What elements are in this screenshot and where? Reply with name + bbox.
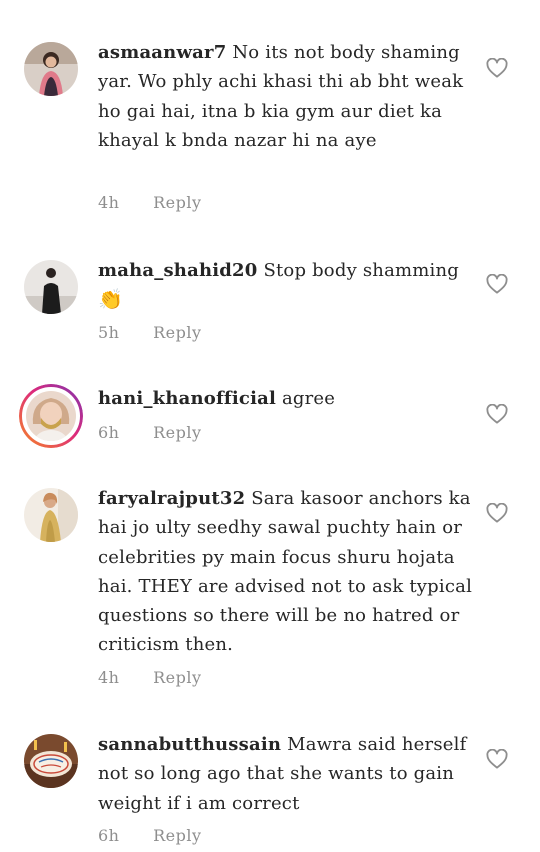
comment-time: 6h [98,423,120,442]
comment-body: Stop body shamming [263,260,460,281]
comment-meta: 4h Reply [98,668,202,687]
comment-time: 5h [98,323,120,342]
like-button[interactable] [486,749,508,769]
avatar-woman-icon [24,42,78,96]
comment-username[interactable]: sannabutthussain [98,734,281,755]
comment-time: 4h [98,668,120,687]
comment-username[interactable]: hani_khanofficial [98,388,276,409]
comment-text: asmaanwar7 No its not body shaming yar. … [98,38,478,155]
avatar-story-ring-icon [19,384,83,448]
avatar[interactable] [24,42,78,96]
comment-username[interactable]: faryalrajput32 [98,488,245,509]
heart-outline-icon [486,749,508,769]
like-button[interactable] [486,274,508,294]
clapping-hands-icon: 👏 [98,287,124,312]
comment-time: 6h [98,826,120,845]
comment-text: hani_khanofficial agree [98,384,478,413]
like-button[interactable] [486,404,508,424]
comment-text: maha_shahid20 Stop body shamming 👏 [98,256,478,316]
comment-time: 4h [98,193,120,212]
like-button[interactable] [486,58,508,78]
reply-button[interactable]: Reply [153,668,201,687]
heart-outline-icon [486,274,508,294]
avatar-birthday-cake-icon [24,734,78,788]
comment-meta: 4h Reply [98,193,202,212]
reply-button[interactable]: Reply [153,826,201,845]
avatar-woman-gold-dress-icon [24,488,78,542]
avatar[interactable] [24,488,78,542]
reply-button[interactable]: Reply [153,423,201,442]
avatar[interactable] [19,384,83,448]
heart-outline-icon [486,404,508,424]
comment-text: faryalrajput32 Sara kasoor anchors ka ha… [98,484,478,660]
reply-button[interactable]: Reply [153,193,201,212]
like-button[interactable] [486,503,508,523]
comment-meta: 6h Reply [98,423,202,442]
comment-meta: 5h Reply [98,323,202,342]
avatar[interactable] [24,260,78,314]
reply-button[interactable]: Reply [153,323,201,342]
comment-username[interactable]: asmaanwar7 [98,42,226,63]
avatar-woman-black-dress-icon [24,260,78,314]
comment-text: sannabutthussain Mawra said herself not … [98,730,478,818]
comment-meta: 6h Reply [98,826,202,845]
comment-body: Sara kasoor anchors ka hai jo ulty seedh… [98,488,473,656]
comment-username[interactable]: maha_shahid20 [98,260,258,281]
heart-outline-icon [486,503,508,523]
heart-outline-icon [486,58,508,78]
comment-body: agree [281,388,336,409]
avatar[interactable] [24,734,78,788]
